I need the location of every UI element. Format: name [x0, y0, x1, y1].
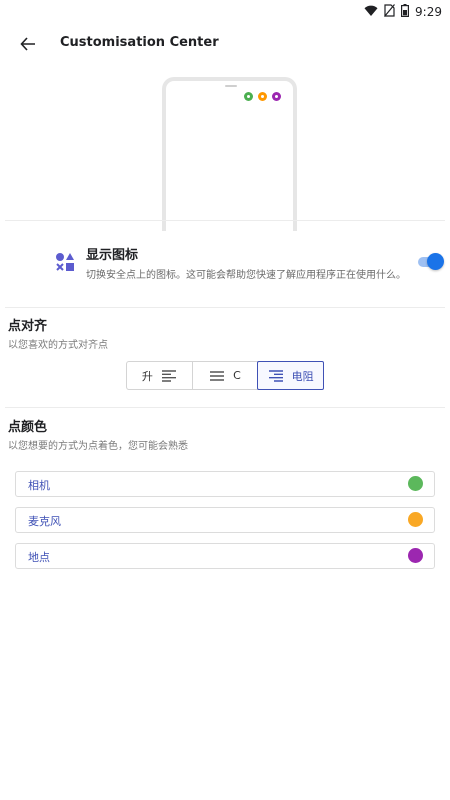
microphone-color-swatch [408, 512, 423, 527]
microphone-color-label: 麦克风 [28, 515, 61, 528]
alignment-segmented-control: 升 C 电阻 [126, 361, 325, 390]
privacy-dots [244, 92, 281, 101]
show-icon-toggle[interactable] [418, 253, 444, 271]
status-time: 9:29 [415, 4, 442, 19]
camera-color-swatch [408, 476, 423, 491]
dot-colors-subtitle: 以您想要的方式为点着色，您可能会熟悉 [8, 441, 188, 452]
phone-preview [162, 77, 297, 231]
align-left-icon [161, 369, 176, 382]
divider [5, 220, 445, 221]
location-color-label: 地点 [28, 551, 50, 564]
location-color-item[interactable]: 地点 [15, 543, 435, 569]
page-title: Customisation Center [60, 35, 219, 50]
alignment-subtitle: 以您喜欢的方式对齐点 [8, 340, 108, 351]
phone-speaker [225, 85, 237, 87]
show-icon-setting[interactable]: 显示图标 切换安全点上的图标。这可能会帮助您快速了解应用程序正在使用什么。 [0, 238, 450, 294]
align-center-option[interactable]: C [193, 362, 259, 389]
align-center-icon [210, 370, 225, 381]
camera-color-label: 相机 [28, 479, 50, 492]
arrow-back-icon [20, 37, 35, 51]
align-right-icon [268, 369, 283, 382]
microphone-color-item[interactable]: 麦克风 [15, 507, 435, 533]
sim-off-icon [384, 2, 396, 21]
status-bar: 9:29 [0, 0, 450, 20]
app-bar: Customisation Center [0, 24, 450, 64]
align-left-label: 升 [141, 369, 153, 383]
show-icon-title: 显示图标 [86, 248, 139, 263]
dot-colors-title: 点颜色 [8, 420, 48, 435]
alignment-title: 点对齐 [8, 319, 48, 334]
camera-color-item[interactable]: 相机 [15, 471, 435, 497]
location-dot [272, 92, 281, 101]
phone-frame [162, 77, 297, 231]
back-button[interactable] [14, 30, 42, 58]
show-icon-subtitle: 切换安全点上的图标。这可能会帮助您快速了解应用程序正在使用什么。 [86, 270, 406, 281]
align-center-label: C [233, 369, 241, 382]
align-left-option[interactable]: 升 [127, 362, 193, 389]
microphone-dot [258, 92, 267, 101]
align-right-label: 电阻 [291, 369, 314, 383]
location-color-swatch [408, 548, 423, 563]
wifi-icon [364, 2, 378, 21]
align-right-option[interactable]: 电阻 [257, 361, 325, 390]
camera-dot [244, 92, 253, 101]
battery-icon [401, 2, 410, 21]
divider [5, 407, 445, 408]
divider [5, 307, 445, 308]
shapes-icon [56, 253, 74, 271]
